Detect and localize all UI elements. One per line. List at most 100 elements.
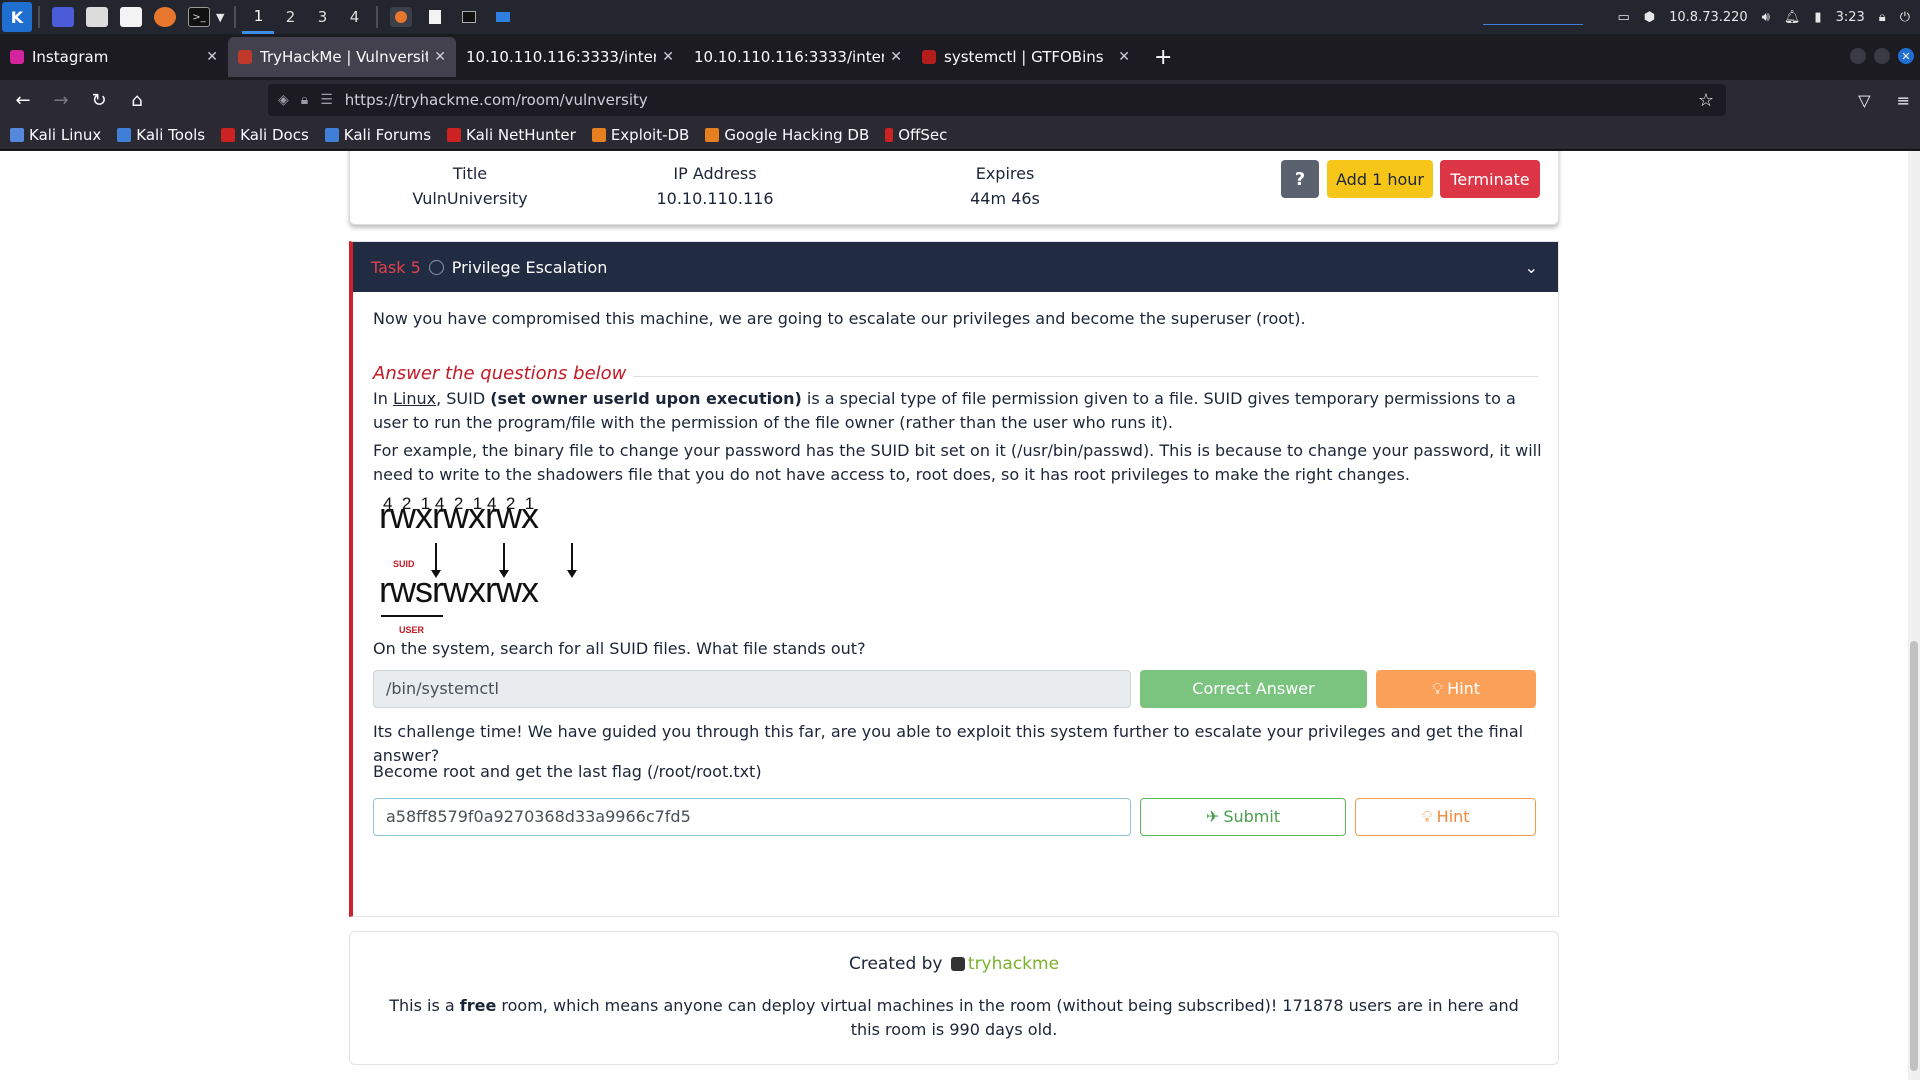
close-icon[interactable]: ✕: [434, 49, 446, 65]
bookmark-label: Kali Tools: [136, 125, 206, 144]
machine-title: Title VulnUniversity: [410, 164, 530, 208]
taskbar-terminal-icon[interactable]: [458, 7, 480, 27]
add-hour-button[interactable]: Add 1 hour: [1327, 160, 1433, 198]
submit-button[interactable]: ✈︎ Submit: [1140, 798, 1346, 836]
bookmark-label: OffSec: [898, 125, 948, 144]
navigation-bar: ← → ↻ ⌂ ◈ 🔒︎ ☰ https://tryhackme.com/roo…: [0, 80, 1920, 120]
tryhackme-icon: [238, 50, 252, 64]
task-card: Task 5 Privilege Escalation ⌄ Now you ha…: [349, 241, 1559, 917]
hint-button[interactable]: 💡︎ Hint: [1376, 670, 1536, 708]
battery-icon[interactable]: ▮: [1814, 10, 1821, 25]
scrollbar-thumb[interactable]: [1910, 641, 1918, 1071]
bookmark-kali-forums[interactable]: Kali Forums: [324, 125, 432, 144]
correct-answer-button[interactable]: Correct Answer: [1140, 670, 1367, 708]
bookmark-kali-tools[interactable]: Kali Tools: [117, 126, 205, 144]
permissions-before: rwxrwxrwx: [379, 495, 539, 536]
tab-tryhackme[interactable]: TryHackMe | Vulnversity ✕: [228, 37, 456, 77]
chevron-down-icon[interactable]: ▼: [216, 11, 224, 24]
kali-menu-icon[interactable]: K: [2, 2, 32, 32]
question-1: On the system, search for all SUID files…: [373, 639, 866, 658]
text-editor-icon[interactable]: [120, 7, 142, 27]
new-tab-button[interactable]: +: [1154, 45, 1172, 70]
bookmark-star-icon[interactable]: ☆: [1698, 90, 1714, 111]
desktop-panel: K >_ ▼ 1 2 3 4 ▭ ⬢ 10.8.73.220 🔊︎ 🔔︎ ▮ 3…: [0, 0, 1920, 34]
network-icon[interactable]: ⬢: [1644, 10, 1655, 25]
workspace-4[interactable]: 4: [338, 0, 370, 34]
maximize-button[interactable]: [1874, 48, 1890, 64]
answer-1-input[interactable]: /bin/systemctl: [373, 670, 1131, 708]
task-title: Privilege Escalation: [451, 257, 608, 277]
bookmark-offsec[interactable]: OffSec: [885, 126, 947, 144]
lock-icon[interactable]: 🔒︎: [1879, 10, 1886, 25]
permissions-after: rwsrwxrwx: [379, 569, 539, 610]
title-label: Title: [452, 164, 488, 183]
bookmark-label: Kali NetHunter: [466, 125, 576, 144]
terminate-button[interactable]: Terminate: [1440, 160, 1540, 198]
lock-icon[interactable]: 🔒︎: [301, 92, 308, 108]
ip-address: 10.8.73.220: [1669, 9, 1748, 25]
reload-button[interactable]: ↻: [80, 84, 118, 116]
url-text[interactable]: https://tryhackme.com/room/vulnversity: [345, 91, 648, 109]
title-value: VulnUniversity: [412, 189, 528, 208]
shield-icon[interactable]: ◈: [278, 92, 289, 108]
close-window-button[interactable]: ✕: [1898, 48, 1914, 64]
home-button[interactable]: ⌂: [118, 84, 156, 116]
page-info-icon[interactable]: ☰: [320, 92, 333, 108]
show-desktop-icon[interactable]: [52, 7, 74, 27]
toolbar-right: ▽ ≡: [1858, 84, 1910, 116]
tab-gtfobins[interactable]: systemctl | GTFOBins ✕: [912, 37, 1140, 77]
tab-internal-1[interactable]: 10.10.110.116:3333/internal/i ✕: [456, 37, 684, 77]
hint-button-2[interactable]: 💡︎ Hint: [1355, 798, 1536, 836]
file-manager-icon[interactable]: [86, 7, 108, 27]
bookmark-kali-docs[interactable]: Kali Docs: [221, 126, 309, 144]
clock[interactable]: 3:23: [1836, 10, 1865, 25]
forward-button[interactable]: →: [42, 84, 80, 116]
minimize-button[interactable]: [1850, 48, 1866, 64]
panel-separator: [234, 6, 237, 28]
instagram-icon: [10, 50, 24, 64]
close-icon[interactable]: ✕: [890, 49, 902, 65]
offsec-icon: [885, 127, 894, 142]
bookmark-kali-nethunter[interactable]: Kali NetHunter: [447, 126, 576, 144]
pocket-icon[interactable]: ▽: [1858, 91, 1870, 110]
tab-internal-2[interactable]: 10.10.110.116:3333/internal/u ✕: [684, 37, 912, 77]
task-header[interactable]: Task 5 Privilege Escalation ⌄: [353, 242, 1558, 292]
author-link[interactable]: tryhackme: [968, 954, 1059, 974]
window-controls: ✕: [1850, 48, 1914, 64]
chevron-down-icon[interactable]: ⌄: [1525, 258, 1538, 277]
docs-icon: [221, 127, 236, 142]
ghdb-icon: [705, 127, 720, 142]
close-icon[interactable]: ✕: [662, 49, 674, 65]
close-icon[interactable]: ✕: [206, 49, 218, 65]
taskbar-folder-icon[interactable]: [492, 7, 514, 27]
machine-expires: Expires 44m 46s: [955, 164, 1055, 208]
taskbar-editor-icon[interactable]: [424, 7, 446, 27]
submit-label: Submit: [1223, 807, 1281, 826]
ip-value: 10.10.110.116: [656, 189, 774, 208]
tab-instagram[interactable]: Instagram ✕: [0, 37, 228, 77]
arrow-head: [567, 570, 577, 578]
terminal-icon[interactable]: >_: [188, 7, 210, 27]
back-button[interactable]: ←: [4, 84, 42, 116]
system-tray: ▭ ⬢ 10.8.73.220 🔊︎ 🔔︎ ▮ 3:23 🔒︎ ⏻: [1483, 0, 1920, 34]
scrollbar[interactable]: [1908, 151, 1920, 1080]
help-button[interactable]: ?: [1281, 160, 1319, 198]
flag-input[interactable]: a58ff8579f0a9270368d33a9966c7fd5: [373, 798, 1131, 836]
menu-icon[interactable]: ≡: [1897, 91, 1910, 110]
volume-icon[interactable]: 🔊︎: [1762, 10, 1770, 25]
notification-icon[interactable]: 🔔︎: [1784, 10, 1801, 25]
workspace-2[interactable]: 2: [274, 0, 306, 34]
power-icon[interactable]: ⏻: [1900, 10, 1910, 25]
taskbar-firefox-icon[interactable]: [390, 7, 413, 27]
bookmark-google-hacking-db[interactable]: Google Hacking DB: [705, 126, 869, 144]
display-icon[interactable]: ▭: [1617, 10, 1629, 25]
bookmark-label: Kali Forums: [343, 125, 432, 144]
linux-link[interactable]: Linux: [393, 389, 436, 408]
url-bar[interactable]: ◈ 🔒︎ ☰ https://tryhackme.com/room/vulnve…: [268, 84, 1726, 116]
close-icon[interactable]: ✕: [1118, 49, 1130, 65]
bookmark-kali-linux[interactable]: Kali Linux: [10, 126, 101, 144]
bookmark-exploit-db[interactable]: Exploit-DB: [591, 126, 689, 144]
firefox-icon[interactable]: [154, 7, 176, 27]
workspace-1[interactable]: 1: [242, 0, 275, 34]
workspace-3[interactable]: 3: [306, 0, 338, 34]
